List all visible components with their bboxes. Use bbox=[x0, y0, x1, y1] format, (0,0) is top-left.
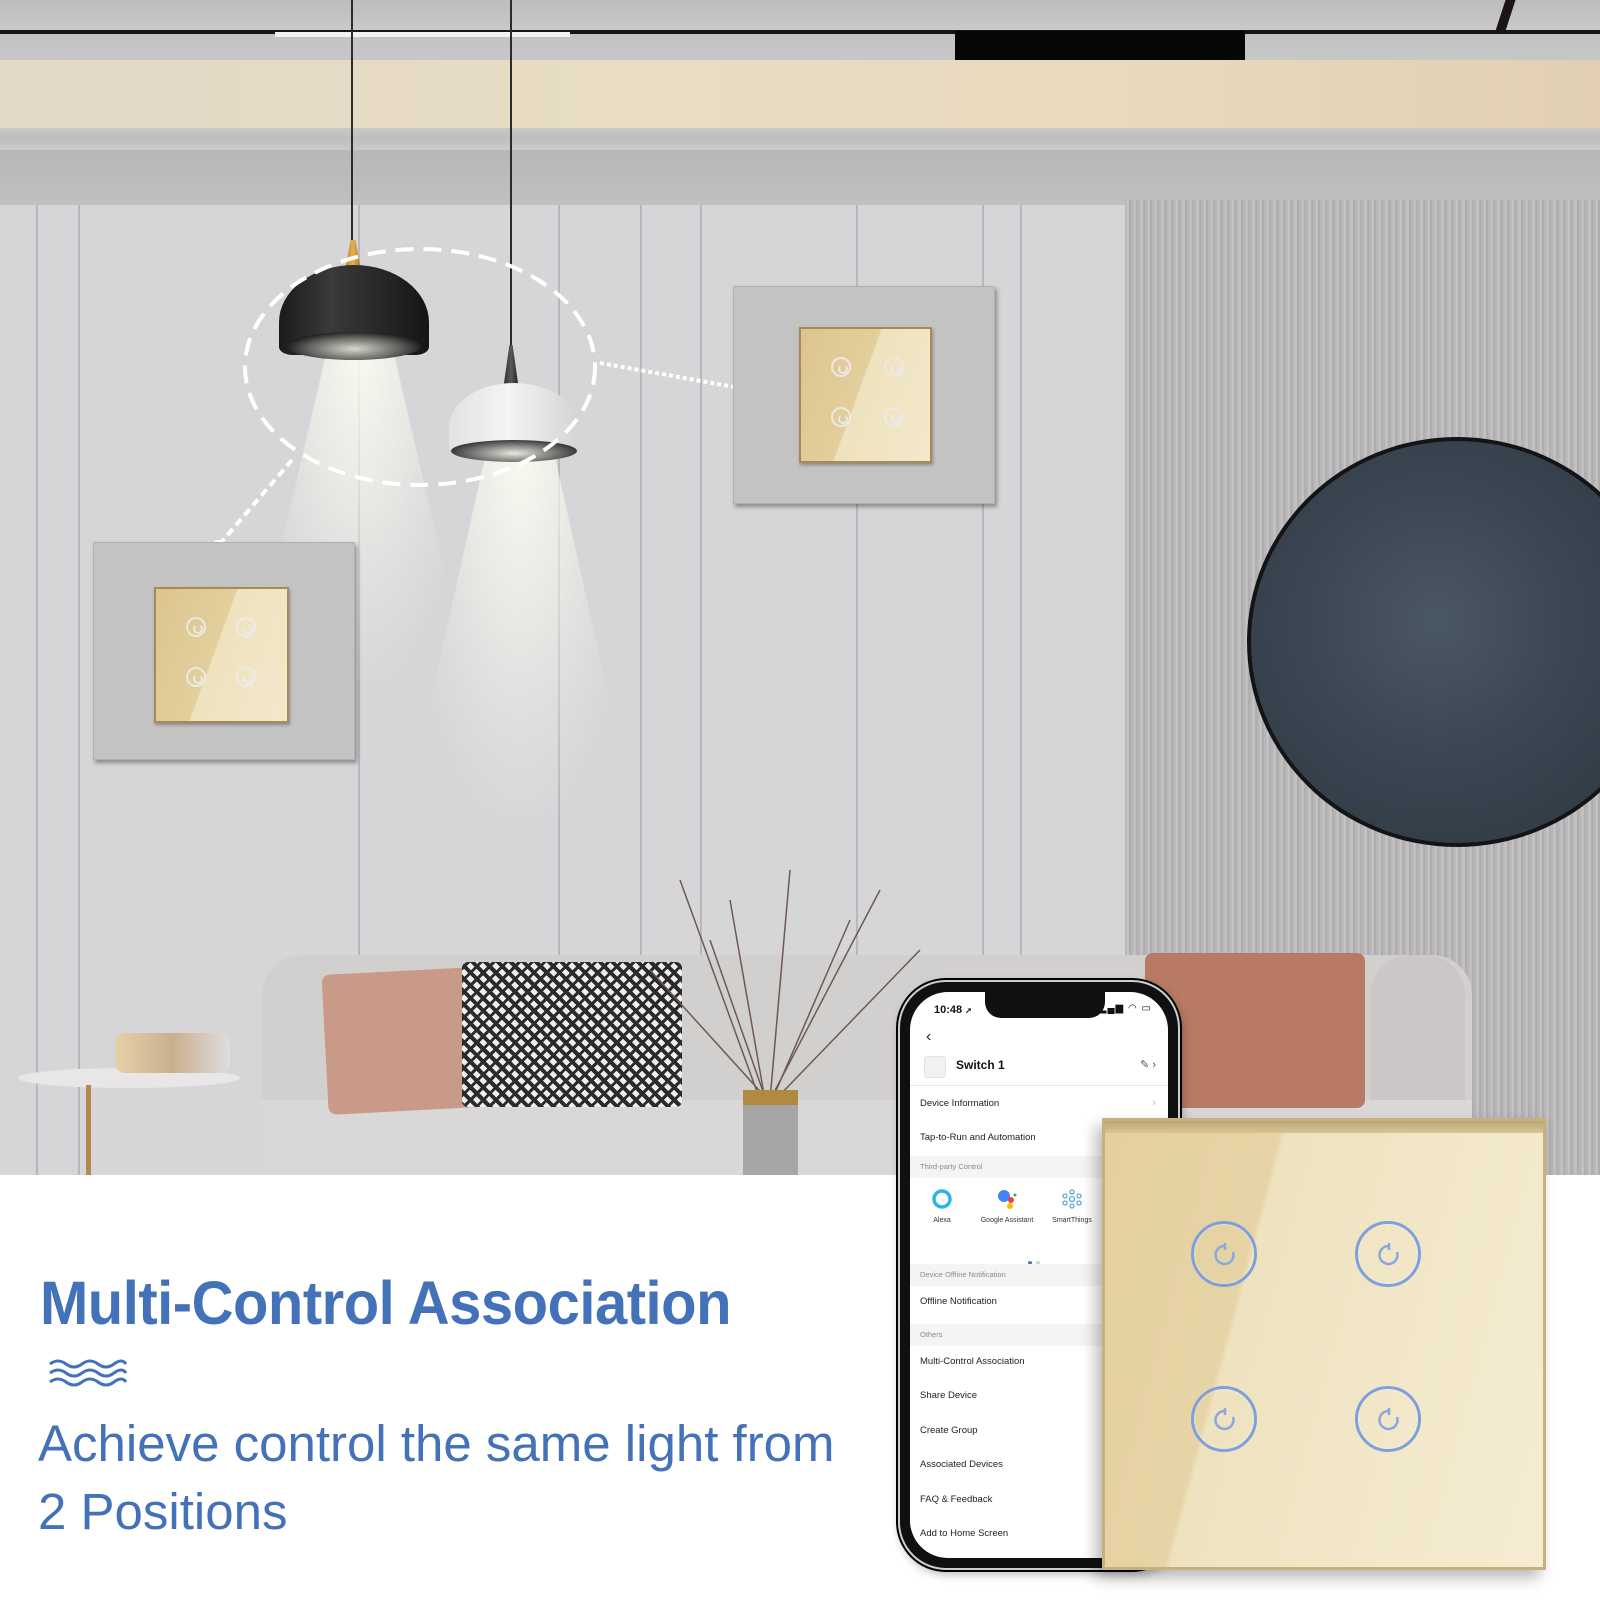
alexa-button[interactable]: Alexa bbox=[910, 1188, 977, 1225]
touch-button-2[interactable] bbox=[1355, 1221, 1421, 1287]
wave-lines-icon bbox=[49, 1359, 128, 1387]
right-wall-switch-plate bbox=[733, 286, 995, 504]
vase bbox=[743, 1105, 798, 1175]
menu-item-device-information[interactable]: Device Information › bbox=[910, 1088, 1168, 1122]
device-name: Switch 1 bbox=[956, 1058, 1005, 1072]
subtext-line-2: 2 Positions bbox=[38, 1483, 288, 1540]
touch-button-icon[interactable] bbox=[236, 617, 256, 637]
chevron-left-icon[interactable]: ‹ bbox=[926, 1028, 931, 1046]
pencil-icon[interactable]: ✎ › bbox=[1140, 1058, 1156, 1071]
chevron-right-icon: › bbox=[1152, 1097, 1156, 1109]
right-wall-switch[interactable] bbox=[799, 327, 932, 463]
google-assistant-icon bbox=[998, 1190, 1017, 1209]
touch-button-icon[interactable] bbox=[186, 667, 206, 687]
touch-button-icon[interactable] bbox=[186, 617, 206, 637]
product-switch bbox=[1102, 1118, 1546, 1570]
smartthings-icon bbox=[1062, 1189, 1082, 1209]
power-icon bbox=[1214, 1243, 1235, 1266]
headline: Multi-Control Association bbox=[40, 1269, 732, 1337]
magazine bbox=[115, 1033, 230, 1073]
touch-button-3[interactable] bbox=[1191, 1386, 1257, 1452]
phone-notch bbox=[985, 992, 1105, 1018]
touch-button-icon[interactable] bbox=[884, 407, 904, 427]
power-icon bbox=[1214, 1408, 1235, 1431]
left-wall-switch-plate bbox=[93, 542, 355, 760]
touch-button-icon[interactable] bbox=[884, 357, 904, 377]
touch-button-icon[interactable] bbox=[831, 407, 851, 427]
connector-left bbox=[216, 458, 294, 548]
subtext: Achieve control the same light from 2 Po… bbox=[38, 1410, 835, 1546]
status-time: 10:48 ➚ bbox=[934, 1004, 972, 1016]
alexa-icon bbox=[932, 1189, 952, 1209]
device-thumbnail bbox=[924, 1056, 946, 1078]
wifi-icon: ◠ bbox=[1128, 1003, 1138, 1014]
battery-icon: ▭ bbox=[1141, 1003, 1152, 1014]
signal-icon: ▂▄▆ bbox=[1098, 1003, 1125, 1014]
location-arrow-icon: ➚ bbox=[965, 1006, 972, 1015]
left-wall-switch[interactable] bbox=[154, 587, 289, 723]
power-icon bbox=[1378, 1408, 1399, 1431]
device-header[interactable]: Switch 1 ✎ › bbox=[910, 1048, 1168, 1086]
power-icon bbox=[1378, 1243, 1399, 1266]
touch-button-4[interactable] bbox=[1355, 1386, 1421, 1452]
connector-right bbox=[599, 361, 741, 390]
google-assistant-button[interactable]: Google Assistant bbox=[972, 1188, 1042, 1225]
touch-button-icon[interactable] bbox=[831, 357, 851, 377]
status-icons: ▂▄▆ ◠ ▭ bbox=[1099, 1003, 1152, 1014]
smartthings-button[interactable]: SmartThings bbox=[1037, 1188, 1107, 1225]
touch-button-icon[interactable] bbox=[236, 667, 256, 687]
room-scene bbox=[0, 0, 1600, 1175]
side-table-leg bbox=[86, 1085, 91, 1175]
touch-button-1[interactable] bbox=[1191, 1221, 1257, 1287]
subtext-line-1: Achieve control the same light from bbox=[38, 1415, 835, 1472]
